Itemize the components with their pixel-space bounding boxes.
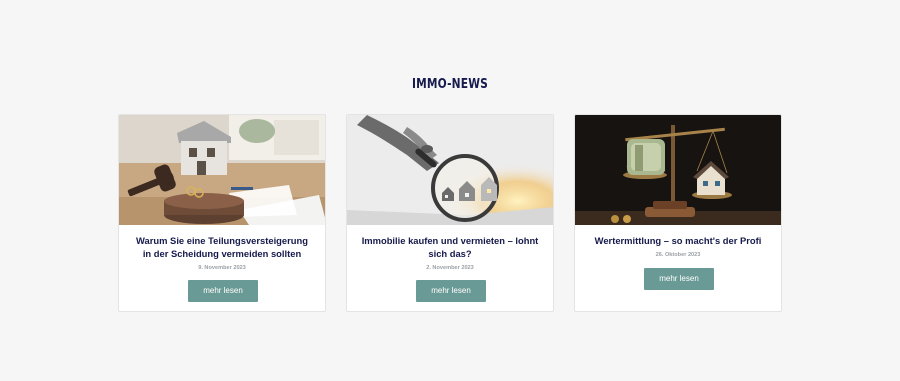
news-card-date: 2. November 2023 — [426, 265, 474, 271]
read-more-button[interactable]: mehr lesen — [188, 280, 258, 302]
news-card-date: 26. Oktober 2023 — [655, 252, 701, 258]
news-card-title[interactable]: Immobilie kaufen und vermieten – lohnt s… — [359, 234, 541, 260]
news-card-title[interactable]: Wertermittlung – so macht's der Profi — [587, 234, 769, 247]
news-card-title[interactable]: Warum Sie eine Teilungsversteigerung in … — [131, 234, 313, 260]
section-title: IMMO-NEWS — [411, 77, 488, 92]
news-image-3[interactable] — [575, 115, 781, 225]
news-card-2: Immobilie kaufen und vermieten – lohnt s… — [346, 114, 554, 312]
read-more-button[interactable]: mehr lesen — [416, 280, 486, 302]
read-more-button[interactable]: mehr lesen — [644, 268, 714, 290]
news-card-3: Wertermittlung – so macht's der Profi 26… — [574, 114, 782, 312]
news-image-2[interactable] — [347, 115, 553, 225]
news-image-1[interactable] — [119, 115, 325, 225]
news-card-date: 9. November 2023 — [198, 265, 246, 271]
news-card-1: Warum Sie eine Teilungsversteigerung in … — [118, 114, 326, 312]
